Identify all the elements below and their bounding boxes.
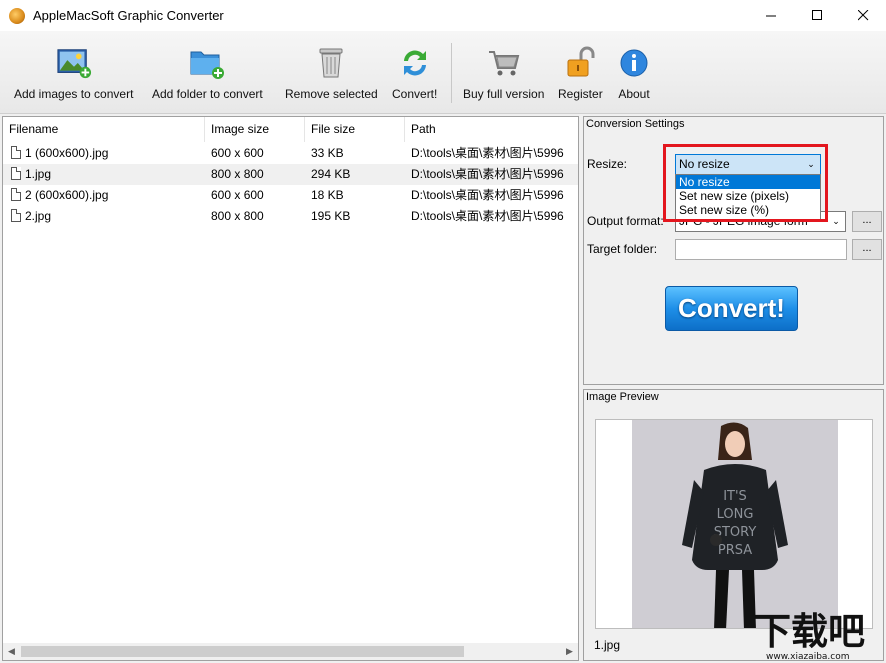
- toolbar: Add images to convert Add folder to conv…: [0, 31, 886, 114]
- target-folder-field[interactable]: [675, 239, 847, 260]
- buy-full-version-label: Buy full version: [463, 87, 545, 101]
- cell-file-size: 195 KB: [311, 209, 351, 223]
- shopping-cart-icon: [486, 45, 522, 81]
- cell-path: D:\tools\桌面\素材\图片\5996: [411, 146, 564, 160]
- browse-folder-button[interactable]: ...: [852, 239, 882, 260]
- resize-option-no-resize[interactable]: No resize: [676, 175, 820, 189]
- cell-path: D:\tools\桌面\素材\图片\5996: [411, 167, 564, 181]
- minimize-button[interactable]: [748, 0, 794, 30]
- resize-option-percent[interactable]: Set new size (%): [676, 203, 820, 217]
- cell-image-size: 800 x 800: [211, 167, 264, 181]
- output-format-label: Output format:: [587, 214, 664, 228]
- close-icon: [857, 9, 868, 20]
- filename-text: 1 (600x600).jpg: [25, 146, 109, 160]
- table-row[interactable]: 1.jpg 800 x 800 294 KB D:\tools\桌面\素材\图片…: [3, 164, 578, 185]
- add-images-button[interactable]: Add images to convert: [14, 45, 133, 105]
- column-file-size[interactable]: File size: [305, 117, 405, 142]
- scrollbar-thumb[interactable]: [21, 646, 464, 657]
- about-label: About: [618, 87, 650, 101]
- output-format-options-button[interactable]: ...: [852, 211, 882, 232]
- column-path[interactable]: Path: [405, 117, 578, 142]
- file-icon: [11, 146, 21, 159]
- column-filename[interactable]: Filename: [3, 117, 205, 142]
- watermark-url: www.xiazaiba.com: [766, 652, 850, 662]
- scroll-left-icon[interactable]: ◀: [3, 643, 20, 660]
- convert-toolbar-button[interactable]: Convert!: [392, 45, 437, 105]
- add-images-label: Add images to convert: [14, 87, 134, 101]
- remove-selected-button[interactable]: Remove selected: [285, 45, 378, 105]
- chevron-down-icon: ⌄: [832, 216, 840, 226]
- app-icon: [9, 7, 25, 24]
- cell-file-size: 294 KB: [311, 167, 351, 181]
- preview-photo: IT'S LONG STORY PRSA: [596, 420, 872, 628]
- watermark-logo: 下载吧 www.xiazaiba.com: [752, 606, 886, 663]
- column-image-size[interactable]: Image size: [205, 117, 305, 142]
- scroll-right-icon[interactable]: ▶: [561, 643, 578, 660]
- filename-text: 2 (600x600).jpg: [25, 188, 109, 202]
- resize-option-pixels[interactable]: Set new size (pixels): [676, 189, 820, 203]
- table-row[interactable]: 2.jpg 800 x 800 195 KB D:\tools\桌面\素材\图片…: [3, 206, 578, 227]
- filename-text: 2.jpg: [25, 209, 52, 223]
- register-button[interactable]: Register: [558, 45, 603, 105]
- cell-filename: 2.jpg: [11, 206, 205, 227]
- cell-file-size: 18 KB: [311, 188, 344, 202]
- convert-button[interactable]: Convert!: [665, 286, 798, 331]
- table-row[interactable]: 2 (600x600).jpg 600 x 600 18 KB D:\tools…: [3, 185, 578, 206]
- file-list-header: Filename Image size File size Path: [3, 117, 578, 142]
- remove-selected-label: Remove selected: [285, 87, 378, 101]
- about-button[interactable]: About: [616, 45, 652, 105]
- cell-file-size: 33 KB: [311, 146, 344, 160]
- maximize-icon: [811, 9, 822, 20]
- file-list[interactable]: Filename Image size File size Path 1 (60…: [2, 116, 579, 661]
- file-icon: [11, 188, 21, 201]
- horizontal-scrollbar[interactable]: ◀ ▶: [3, 643, 578, 660]
- preview-image: IT'S LONG STORY PRSA: [595, 419, 873, 629]
- title-bar: AppleMacSoft Graphic Converter: [0, 0, 886, 31]
- preview-filename: 1.jpg: [594, 638, 621, 652]
- buy-full-version-button[interactable]: Buy full version: [463, 45, 544, 105]
- toolbar-separator: [451, 43, 452, 103]
- svg-text:LONG: LONG: [717, 507, 754, 522]
- svg-text:PRSA: PRSA: [718, 543, 752, 558]
- chevron-down-icon: ⌄: [807, 159, 815, 169]
- cell-image-size: 600 x 600: [211, 146, 264, 160]
- add-folder-label: Add folder to convert: [152, 87, 263, 101]
- cell-filename: 1 (600x600).jpg: [11, 143, 205, 164]
- add-folder-icon: [189, 45, 225, 81]
- cell-filename: 2 (600x600).jpg: [11, 185, 205, 206]
- target-folder-label: Target folder:: [587, 242, 658, 256]
- cell-path: D:\tools\桌面\素材\图片\5996: [411, 209, 564, 223]
- cell-filename: 1.jpg: [11, 164, 205, 185]
- cell-image-size: 800 x 800: [211, 209, 264, 223]
- cell-path: D:\tools\桌面\素材\图片\5996: [411, 188, 564, 202]
- conversion-settings-title: Conversion Settings: [586, 118, 685, 130]
- resize-select[interactable]: No resize ⌄: [675, 154, 821, 175]
- add-image-icon: [56, 45, 92, 81]
- convert-toolbar-label: Convert!: [392, 87, 438, 101]
- register-label: Register: [558, 87, 603, 101]
- add-folder-button[interactable]: Add folder to convert: [152, 45, 263, 105]
- file-icon: [11, 167, 21, 180]
- watermark-text: 下载吧: [754, 610, 865, 653]
- filename-text: 1.jpg: [25, 167, 52, 181]
- resize-dropdown-list[interactable]: No resize Set new size (pixels) Set new …: [675, 174, 821, 220]
- info-icon: [616, 45, 652, 81]
- window-title: AppleMacSoft Graphic Converter: [33, 8, 224, 23]
- file-icon: [11, 209, 21, 222]
- svg-text:IT'S: IT'S: [723, 489, 747, 504]
- minimize-icon: [765, 15, 776, 16]
- trash-icon: [313, 45, 349, 81]
- window-controls: [748, 0, 886, 30]
- maximize-button[interactable]: [794, 0, 840, 30]
- cell-image-size: 600 x 600: [211, 188, 264, 202]
- table-row[interactable]: 1 (600x600).jpg 600 x 600 33 KB D:\tools…: [3, 143, 578, 164]
- resize-select-value: No resize: [679, 157, 730, 171]
- refresh-arrows-icon: [397, 45, 433, 81]
- resize-label: Resize:: [587, 157, 628, 171]
- padlock-icon: [562, 45, 598, 81]
- close-button[interactable]: [840, 0, 886, 30]
- image-preview-title: Image Preview: [586, 391, 659, 403]
